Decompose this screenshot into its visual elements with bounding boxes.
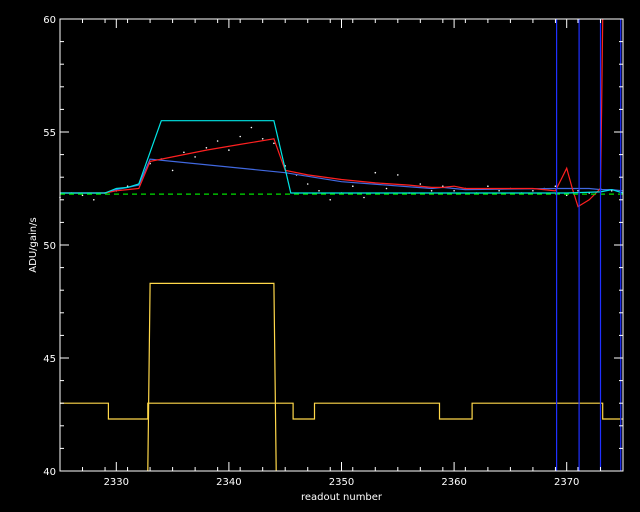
chart-background <box>0 0 640 512</box>
data-point <box>487 185 489 187</box>
y-tick-label: 40 <box>43 467 56 478</box>
data-point <box>318 190 320 192</box>
data-point <box>261 138 264 140</box>
data-point <box>385 187 388 190</box>
data-point <box>273 142 275 145</box>
data-point <box>250 126 253 129</box>
data-point <box>194 156 196 158</box>
data-point <box>397 174 399 176</box>
y-tick-label: 60 <box>43 15 56 26</box>
data-point <box>352 185 354 187</box>
data-point <box>453 190 455 192</box>
data-point <box>216 140 219 142</box>
y-tick-label: 45 <box>43 354 56 365</box>
y-tick-label: 55 <box>43 128 56 139</box>
data-point <box>374 171 377 174</box>
data-point <box>565 194 568 197</box>
data-point <box>306 183 309 185</box>
data-point <box>239 135 241 138</box>
data-point <box>532 190 534 192</box>
x-tick-label: 2360 <box>441 477 466 488</box>
x-tick-label: 2330 <box>104 477 129 488</box>
x-tick-label: 2350 <box>329 477 354 488</box>
y-tick-label: 50 <box>43 241 56 252</box>
y-axis-title: ADU/gain/s <box>28 217 39 272</box>
x-tick-label: 2370 <box>554 477 579 488</box>
data-point <box>171 169 174 172</box>
data-point <box>228 149 230 151</box>
data-point <box>419 183 422 185</box>
data-point <box>498 190 500 192</box>
data-point <box>430 190 433 192</box>
data-point <box>329 199 332 201</box>
data-point <box>554 185 557 187</box>
x-axis-title: readout number <box>301 492 383 503</box>
x-tick-label: 2340 <box>216 477 241 488</box>
data-point <box>205 147 208 149</box>
data-point <box>183 151 185 154</box>
data-point <box>93 199 95 201</box>
chart: 2330 2340 2350 2360 2370 40 45 50 55 60 readout n… <box>0 0 640 512</box>
data-point <box>81 194 84 197</box>
data-point <box>363 196 365 199</box>
